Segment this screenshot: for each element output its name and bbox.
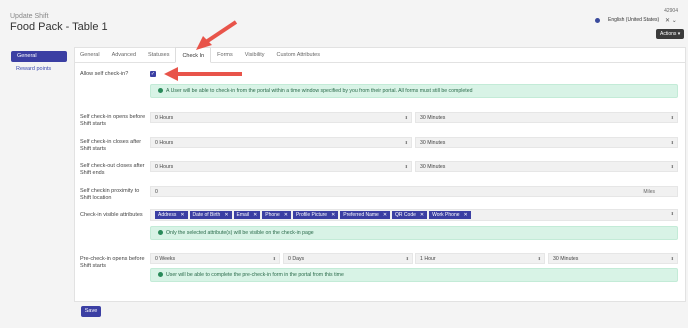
closes-after-hours-select[interactable]: 0 Hours ⬍ — [150, 137, 412, 148]
sort-arrows-icon: ⬍ — [404, 164, 408, 169]
language-controls[interactable]: ✕ ⌄ — [665, 17, 677, 24]
tag-label: Address — [158, 212, 177, 218]
precheckin-weeks-select[interactable]: 0 Weeks ⬍ — [150, 253, 280, 264]
tag-label: Phone — [265, 212, 280, 218]
sidebar-item-general[interactable]: General — [11, 51, 67, 62]
sidebar-item-reward-points[interactable]: Reward points — [16, 66, 51, 72]
checkout-closes-label: Self check-out closes after Shift ends — [80, 163, 145, 176]
sort-arrows-icon: ⬍ — [272, 256, 276, 261]
sort-arrows-icon: ⬍ — [670, 140, 674, 145]
precheckin-minutes-select[interactable]: 30 Minutes ⬍ — [548, 253, 678, 264]
tag-label: Email — [236, 212, 250, 218]
select-value: 0 Hours — [155, 164, 174, 170]
opens-before-minutes-select[interactable]: 30 Minutes ⬍ — [415, 112, 678, 123]
allow-self-checkin-label: Allow self check-in? — [80, 71, 129, 77]
sort-arrows-icon: ⬍ — [670, 115, 674, 120]
remove-icon[interactable]: ✕ — [464, 212, 468, 218]
tab-advanced[interactable]: Advanced — [106, 47, 142, 63]
allow-self-checkin-checkbox[interactable]: ✓ — [150, 71, 156, 77]
self-checkin-info: A User will be able to check-in from the… — [150, 84, 678, 98]
remove-icon[interactable]: ✕ — [180, 212, 184, 218]
info-text: User will be able to complete the pre-ch… — [166, 272, 344, 278]
sort-arrows-icon: ⬍ — [405, 256, 409, 261]
annotation-arrow-tab — [204, 20, 238, 44]
clear-icon[interactable]: ✕ — [665, 18, 670, 24]
sort-arrows-icon: ⬍ — [670, 256, 674, 261]
precheckin-days-select[interactable]: 0 Days ⬍ — [283, 253, 413, 264]
remove-icon[interactable]: ✕ — [331, 212, 335, 218]
language-selector[interactable]: English (United States) — [595, 17, 659, 23]
sort-arrows-icon: ⬍ — [404, 115, 408, 120]
opens-before-label: Self check-in opens before Shift starts — [80, 114, 146, 127]
page-subtitle: Update Shift — [10, 13, 49, 20]
sort-arrows-icon: ⬍ — [537, 256, 541, 261]
tag-label: Profile Picture — [295, 212, 328, 218]
precheckin-hours-select[interactable]: 1 Hour ⬍ — [415, 253, 545, 264]
unit-label: Miles — [643, 189, 655, 195]
info-text: Only the selected attribute(s) will be v… — [166, 230, 314, 236]
tab-visibility[interactable]: Visibility — [239, 47, 271, 63]
precheckin-label: Pre-check-in opens before Shift starts — [80, 256, 145, 269]
select-value: 30 Minutes — [553, 256, 579, 262]
closes-after-minutes-select[interactable]: 30 Minutes ⬍ — [415, 137, 678, 148]
record-id: 42904 — [664, 8, 678, 14]
sort-arrows-icon: ⬍ — [670, 211, 674, 216]
visible-attributes-info: Only the selected attribute(s) will be v… — [150, 226, 678, 240]
closes-after-label: Self check-in closes after Shift starts — [80, 139, 142, 152]
tab-forms[interactable]: Forms — [211, 47, 239, 63]
attribute-tag[interactable]: Profile Picture ✕ — [292, 211, 339, 219]
attribute-tag[interactable]: Address ✕ — [155, 211, 188, 219]
info-icon — [158, 87, 163, 93]
info-icon — [158, 271, 163, 277]
info-text: A User will be able to check-in from the… — [166, 88, 473, 94]
select-value: 0 Days — [288, 256, 305, 262]
proximity-label: Self checkin proximity to Shift location — [80, 188, 140, 201]
visible-attributes-select[interactable]: Address ✕ Date of Birth ✕ Email ✕ Phone ✕ Pr… — [150, 209, 678, 221]
tab-custom-attributes[interactable]: Custom Attributes — [271, 47, 326, 63]
sort-arrows-icon: ⬍ — [404, 140, 408, 145]
proximity-input[interactable]: 0 Miles — [150, 186, 678, 197]
language-label: English (United States) — [608, 17, 660, 23]
remove-icon[interactable]: ✕ — [383, 212, 387, 218]
tag-label: QR Code — [395, 212, 416, 218]
select-value: 0 Weeks — [155, 256, 176, 262]
attribute-tag[interactable]: Preferred Name ✕ — [340, 211, 391, 219]
remove-icon[interactable]: ✕ — [253, 212, 257, 218]
attribute-tag[interactable]: QR Code ✕ — [392, 211, 428, 219]
opens-before-hours-select[interactable]: 0 Hours ⬍ — [150, 112, 412, 123]
attribute-tag[interactable]: Phone ✕ — [262, 211, 291, 219]
select-value: 30 Minutes — [420, 140, 446, 146]
select-value: 1 Hour — [420, 256, 436, 262]
checkout-closes-minutes-select[interactable]: 30 Minutes ⬍ — [415, 161, 678, 172]
page-title: Food Pack - Table 1 — [10, 21, 108, 33]
attribute-tag[interactable]: Email ✕ — [233, 211, 261, 219]
select-value: 0 Hours — [155, 115, 174, 121]
tab-check-in[interactable]: Check In — [175, 47, 212, 63]
globe-icon — [595, 17, 600, 23]
tab-bar: General Advanced Statuses Check In Forms… — [74, 47, 686, 63]
proximity-value: 0 — [155, 189, 158, 195]
sort-arrows-icon: ⬍ — [670, 164, 674, 169]
tab-statuses[interactable]: Statuses — [142, 47, 175, 63]
attribute-tag[interactable]: Date of Birth ✕ — [189, 211, 232, 219]
tag-label: Date of Birth — [192, 212, 221, 218]
tag-label: Work Phone — [432, 212, 460, 218]
chevron-down-icon[interactable]: ⌄ — [672, 18, 677, 24]
tag-label: Preferred Name — [343, 212, 379, 218]
select-value: 30 Minutes — [420, 115, 446, 121]
save-button[interactable]: Save — [81, 306, 101, 317]
checkout-closes-hours-select[interactable]: 0 Hours ⬍ — [150, 161, 412, 172]
select-value: 30 Minutes — [420, 164, 446, 170]
remove-icon[interactable]: ✕ — [420, 212, 424, 218]
info-icon — [158, 229, 163, 235]
precheckin-info: User will be able to complete the pre-ch… — [150, 268, 678, 282]
select-value: 0 Hours — [155, 140, 174, 146]
actions-button[interactable]: Actions ▾ — [656, 29, 685, 39]
attribute-tag[interactable]: Work Phone ✕ — [429, 211, 471, 219]
visible-attributes-label: Check-in visible attributes — [80, 212, 143, 218]
remove-icon[interactable]: ✕ — [224, 212, 228, 218]
remove-icon[interactable]: ✕ — [284, 212, 288, 218]
tab-general[interactable]: General — [74, 47, 106, 63]
